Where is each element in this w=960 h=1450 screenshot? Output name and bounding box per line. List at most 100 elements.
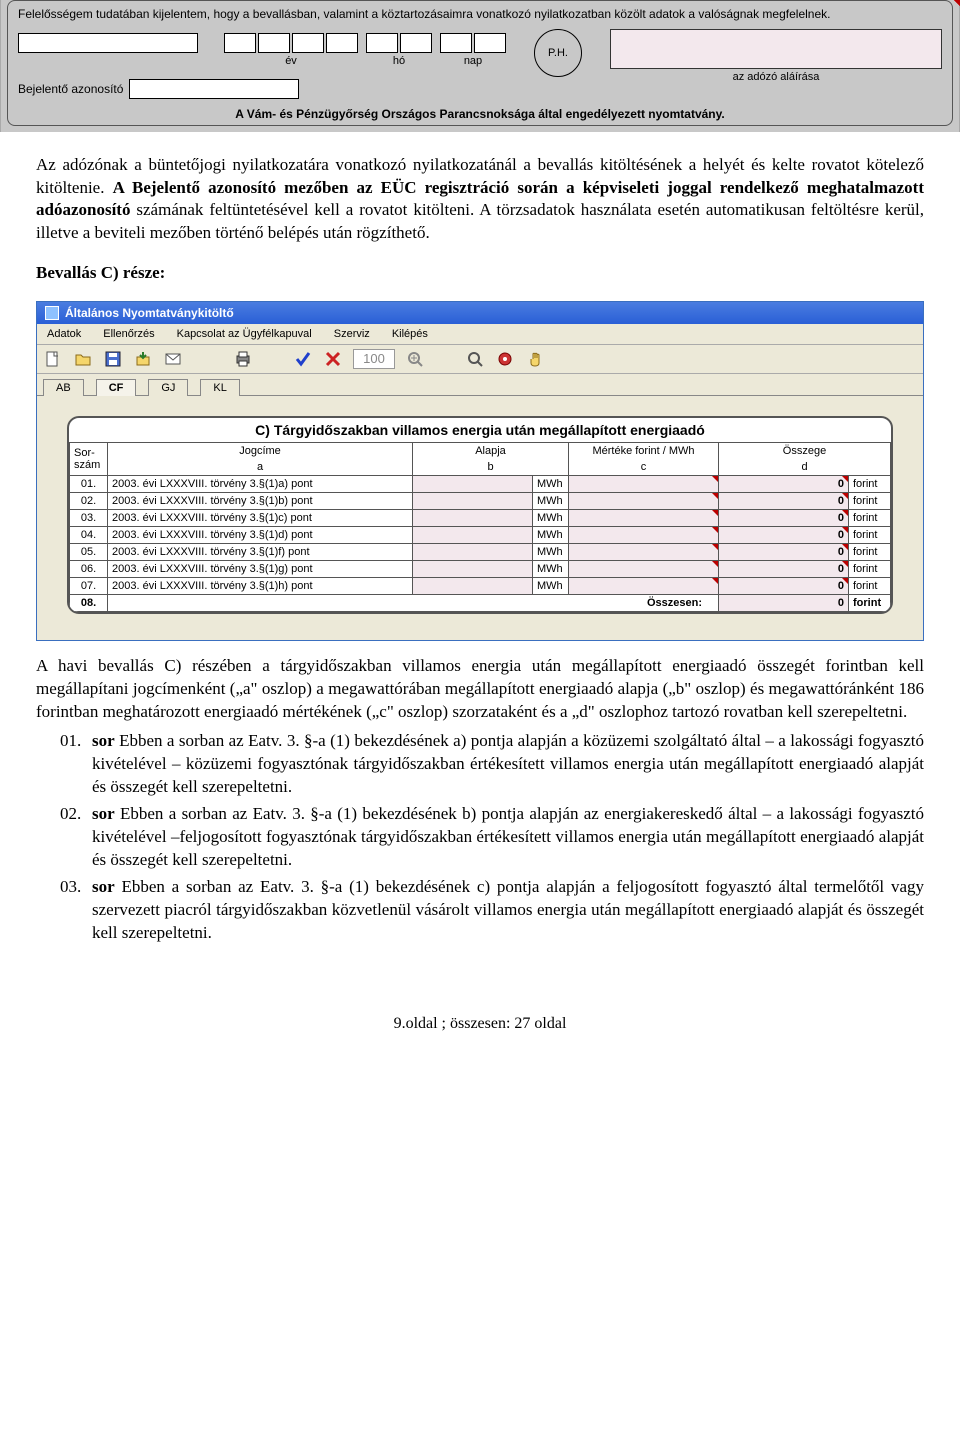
stamp-placeholder: P.H.	[534, 29, 582, 77]
cell-sorszam: 07.	[70, 578, 108, 595]
settings-icon[interactable]	[495, 349, 515, 369]
cell-alapja[interactable]	[413, 493, 533, 510]
zoom-in-icon[interactable]	[405, 349, 425, 369]
year-label: év	[285, 55, 297, 67]
menu-szerviz[interactable]: Szerviz	[330, 326, 374, 342]
list-text: sor Ebben a sorban az Eatv. 3. §-a (1) b…	[92, 730, 924, 799]
th-b: b	[413, 459, 569, 476]
cell-alapja[interactable]	[413, 476, 533, 493]
cell-osszeg[interactable]: 0	[719, 493, 849, 510]
cell-mertek[interactable]	[569, 476, 719, 493]
th-alapja: Alapja	[413, 443, 569, 460]
cell-mertek[interactable]	[569, 544, 719, 561]
tab-cf[interactable]: CF	[96, 379, 137, 396]
cell-unit-mwh: MWh	[533, 493, 569, 510]
cell-jogcim: 2003. évi LXXXVIII. törvény 3.§(1)h) pon…	[108, 578, 413, 595]
new-icon[interactable]	[43, 349, 63, 369]
hand-icon[interactable]	[525, 349, 545, 369]
zoom-input[interactable]: 100	[353, 349, 395, 369]
cell-sorszam: 05.	[70, 544, 108, 561]
cell-alapja[interactable]	[413, 527, 533, 544]
cell-alapja[interactable]	[413, 544, 533, 561]
paragraph-1: Az adózónak a büntetőjogi nyilatkozatára…	[36, 154, 924, 246]
import-icon[interactable]	[133, 349, 153, 369]
cell-mertek[interactable]	[569, 527, 719, 544]
year-boxes[interactable]	[224, 33, 358, 53]
form-box: Felelősségem tudatában kijelentem, hogy …	[7, 0, 953, 126]
list-num: 03.	[36, 876, 92, 945]
cell-osszeg[interactable]: 0	[719, 561, 849, 578]
print-icon[interactable]	[233, 349, 253, 369]
table-row-sum: 08.Összesen:0forint	[70, 595, 891, 612]
th-merteke: Mértéke forint / MWh	[569, 443, 719, 460]
name-input[interactable]	[18, 33, 198, 53]
cell-sorszam: 01.	[70, 476, 108, 493]
toolbar: 100	[37, 345, 923, 374]
section-heading: Bevallás C) része:	[36, 263, 924, 283]
list-item: 02.sor Ebben a sorban az Eatv. 3. §-a (1…	[36, 803, 924, 872]
cell-sorszam: 08.	[70, 595, 108, 612]
signature-box[interactable]	[610, 29, 942, 69]
cell-mertek[interactable]	[569, 493, 719, 510]
th-jogcime: Jogcíme	[108, 443, 413, 460]
list-item: 03.sor Ebben a sorban az Eatv. 3. §-a (1…	[36, 876, 924, 945]
cell-mertek[interactable]	[569, 561, 719, 578]
cell-unit-mwh: MWh	[533, 510, 569, 527]
energy-table: Sor- szám Jogcíme Alapja Mértéke forint …	[69, 442, 891, 612]
cell-osszeg[interactable]: 0	[719, 510, 849, 527]
th-c: c	[569, 459, 719, 476]
th-osszege: Összege	[719, 443, 891, 460]
table-row: 05.2003. évi LXXXVIII. törvény 3.§(1)f) …	[70, 544, 891, 561]
save-icon[interactable]	[103, 349, 123, 369]
th-d: d	[719, 459, 891, 476]
cell-jogcim: 2003. évi LXXXVIII. törvény 3.§(1)d) pon…	[108, 527, 413, 544]
find-icon[interactable]	[465, 349, 485, 369]
cell-unit-mwh: MWh	[533, 527, 569, 544]
app-window: Általános Nyomtatványkitöltő Adatok Elle…	[36, 301, 924, 641]
cell-alapja[interactable]	[413, 561, 533, 578]
mail-icon[interactable]	[163, 349, 183, 369]
table-row: 02.2003. évi LXXXVIII. törvény 3.§(1)b) …	[70, 493, 891, 510]
cell-sorszam: 03.	[70, 510, 108, 527]
cell-mertek[interactable]	[569, 510, 719, 527]
page-footer: 9.oldal ; összesen: 27 oldal	[0, 1015, 960, 1053]
bejelento-label: Bejelentő azonosító	[18, 82, 123, 96]
menu-adatok[interactable]: Adatok	[43, 326, 85, 342]
cell-osszeg[interactable]: 0	[719, 544, 849, 561]
table-row: 04.2003. évi LXXXVIII. törvény 3.§(1)d) …	[70, 527, 891, 544]
menu-kilepes[interactable]: Kilépés	[388, 326, 432, 342]
cell-alapja[interactable]	[413, 510, 533, 527]
cell-unit-forint: forint	[849, 578, 891, 595]
cell-osszeg[interactable]: 0	[719, 578, 849, 595]
cell-jogcim: 2003. évi LXXXVIII. törvény 3.§(1)a) pon…	[108, 476, 413, 493]
table-row: 01.2003. évi LXXXVIII. törvény 3.§(1)a) …	[70, 476, 891, 493]
app-title: Általános Nyomtatványkitöltő	[65, 306, 234, 320]
cell-unit-mwh: MWh	[533, 544, 569, 561]
day-boxes[interactable]	[440, 33, 506, 53]
tab-kl[interactable]: KL	[200, 379, 239, 396]
check-icon[interactable]	[293, 349, 313, 369]
cell-unit-mwh: MWh	[533, 476, 569, 493]
panel-c: C) Tárgyidőszakban villamos energia után…	[67, 416, 893, 614]
cell-unit-forint: forint	[849, 595, 891, 612]
cell-osszeg[interactable]: 0	[719, 527, 849, 544]
cell-unit-forint: forint	[849, 544, 891, 561]
month-label: hó	[393, 55, 405, 67]
cell-unit-forint: forint	[849, 527, 891, 544]
cell-sorszam: 02.	[70, 493, 108, 510]
month-boxes[interactable]	[366, 33, 432, 53]
titlebar: Általános Nyomtatványkitöltő	[37, 302, 923, 324]
cell-mertek[interactable]	[569, 578, 719, 595]
cell-osszeg[interactable]: 0	[719, 476, 849, 493]
tab-gj[interactable]: GJ	[148, 379, 188, 396]
tab-ab[interactable]: AB	[43, 379, 84, 396]
menu-kapcsolat[interactable]: Kapcsolat az Ügyfélkapuval	[173, 326, 316, 342]
declaration-text: Felelősségem tudatában kijelentem, hogy …	[18, 7, 942, 23]
open-icon[interactable]	[73, 349, 93, 369]
cell-unit-forint: forint	[849, 561, 891, 578]
bejelento-input[interactable]	[129, 79, 299, 99]
menu-ellenorzes[interactable]: Ellenőrzés	[99, 326, 158, 342]
cell-unit-forint: forint	[849, 510, 891, 527]
close-icon[interactable]	[323, 349, 343, 369]
cell-alapja[interactable]	[413, 578, 533, 595]
